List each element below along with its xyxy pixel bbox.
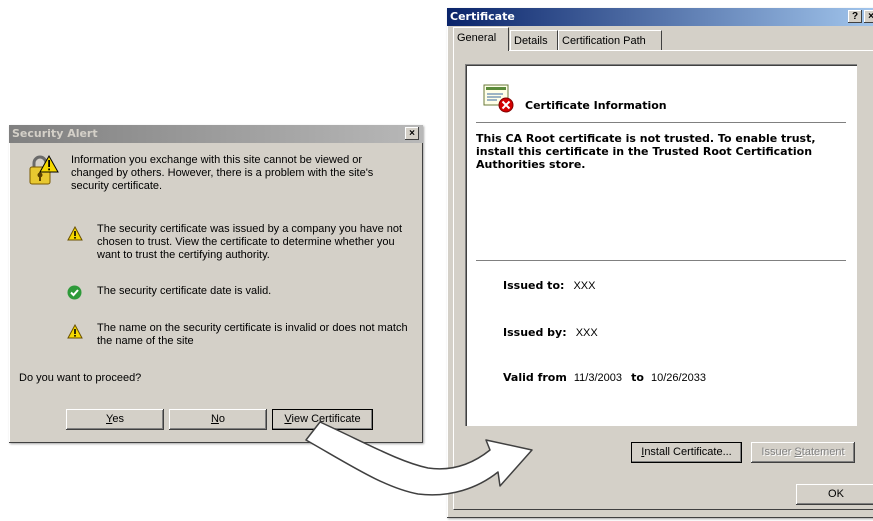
heading-divider [476,122,846,123]
tab-details[interactable]: Details [510,30,558,50]
date-valid-text: The security certificate date is valid. [97,285,272,297]
warning-icon [67,225,83,241]
issuer-label-pre: Issuer [761,446,795,458]
name-mismatch-text: The name on the security certificate is … [97,322,408,347]
warning-untrusted-text: The security certificate was issued by a… [97,223,403,261]
close-icon: × [409,128,415,139]
help-button[interactable]: ? [848,10,862,23]
ok-label: OK [828,488,844,500]
issuer-label-rest: tatement [801,446,845,458]
info-heading: Certificate Information [525,99,667,112]
certificate-info-box: Certificate Information This CA Root cer… [465,64,857,426]
check-icon [67,285,82,300]
install-label: nstall Certificate... [644,446,732,458]
certificate-titlebar[interactable]: Certificate [447,8,873,26]
warning-icon [67,323,83,339]
issuer-statement-button[interactable]: Issuer Statement [751,442,855,463]
issued-by-value: XXX [575,327,598,339]
tab-certification-path[interactable]: Certification Path [558,30,662,50]
security-alert-titlebar[interactable]: Security Alert [9,125,423,143]
no-accel: N [210,413,219,425]
trust-message: This CA Root certificate is not trusted.… [476,132,816,171]
valid-to-label: to [631,371,644,384]
security-alert-dialog: Security Alert × Information you exchang… [9,125,423,443]
yes-button[interactable]: Yes [66,409,164,430]
help-icon: ? [851,11,859,22]
tab-general-label: General [457,32,497,44]
valid-to-value: 10/26/2033 [650,372,707,384]
issued-to-label: Issued to: [503,279,565,292]
valid-from-label: Valid from [503,371,567,384]
issuer-accel: S [794,446,802,458]
valid-period-row: Valid from 11/3/2003 to 10/26/2033 [503,371,706,385]
no-button[interactable]: No [169,409,267,430]
view-accel: V [284,413,292,425]
close-button[interactable]: × [864,10,873,23]
install-certificate-button[interactable]: Install Certificate... [631,442,742,463]
yes-label: es [112,413,124,425]
dialog-title: Security Alert [12,127,98,140]
close-icon: × [868,11,873,22]
ok-button[interactable]: OK [796,484,873,505]
tab-certification-path-label: Certification Path [562,35,646,47]
lock-icon [25,154,59,188]
issued-by-label: Issued by: [503,326,567,339]
tab-details-label: Details [514,35,548,47]
valid-from-value: 11/3/2003 [573,372,622,384]
issued-to-row: Issued to: XXX [503,279,595,293]
curved-arrow-icon [300,400,540,518]
intro-text: Information you exchange with this site … [71,154,374,192]
certificate-error-icon [483,84,515,114]
proceed-question: Do you want to proceed? [19,372,142,384]
dialog-title: Certificate [450,10,515,23]
details-divider [476,260,846,261]
no-label: o [218,413,226,425]
issued-to-value: XXX [573,280,596,292]
tab-general[interactable]: General [453,27,509,51]
close-button[interactable]: × [405,127,419,140]
issued-by-row: Issued by: XXX [503,326,598,340]
